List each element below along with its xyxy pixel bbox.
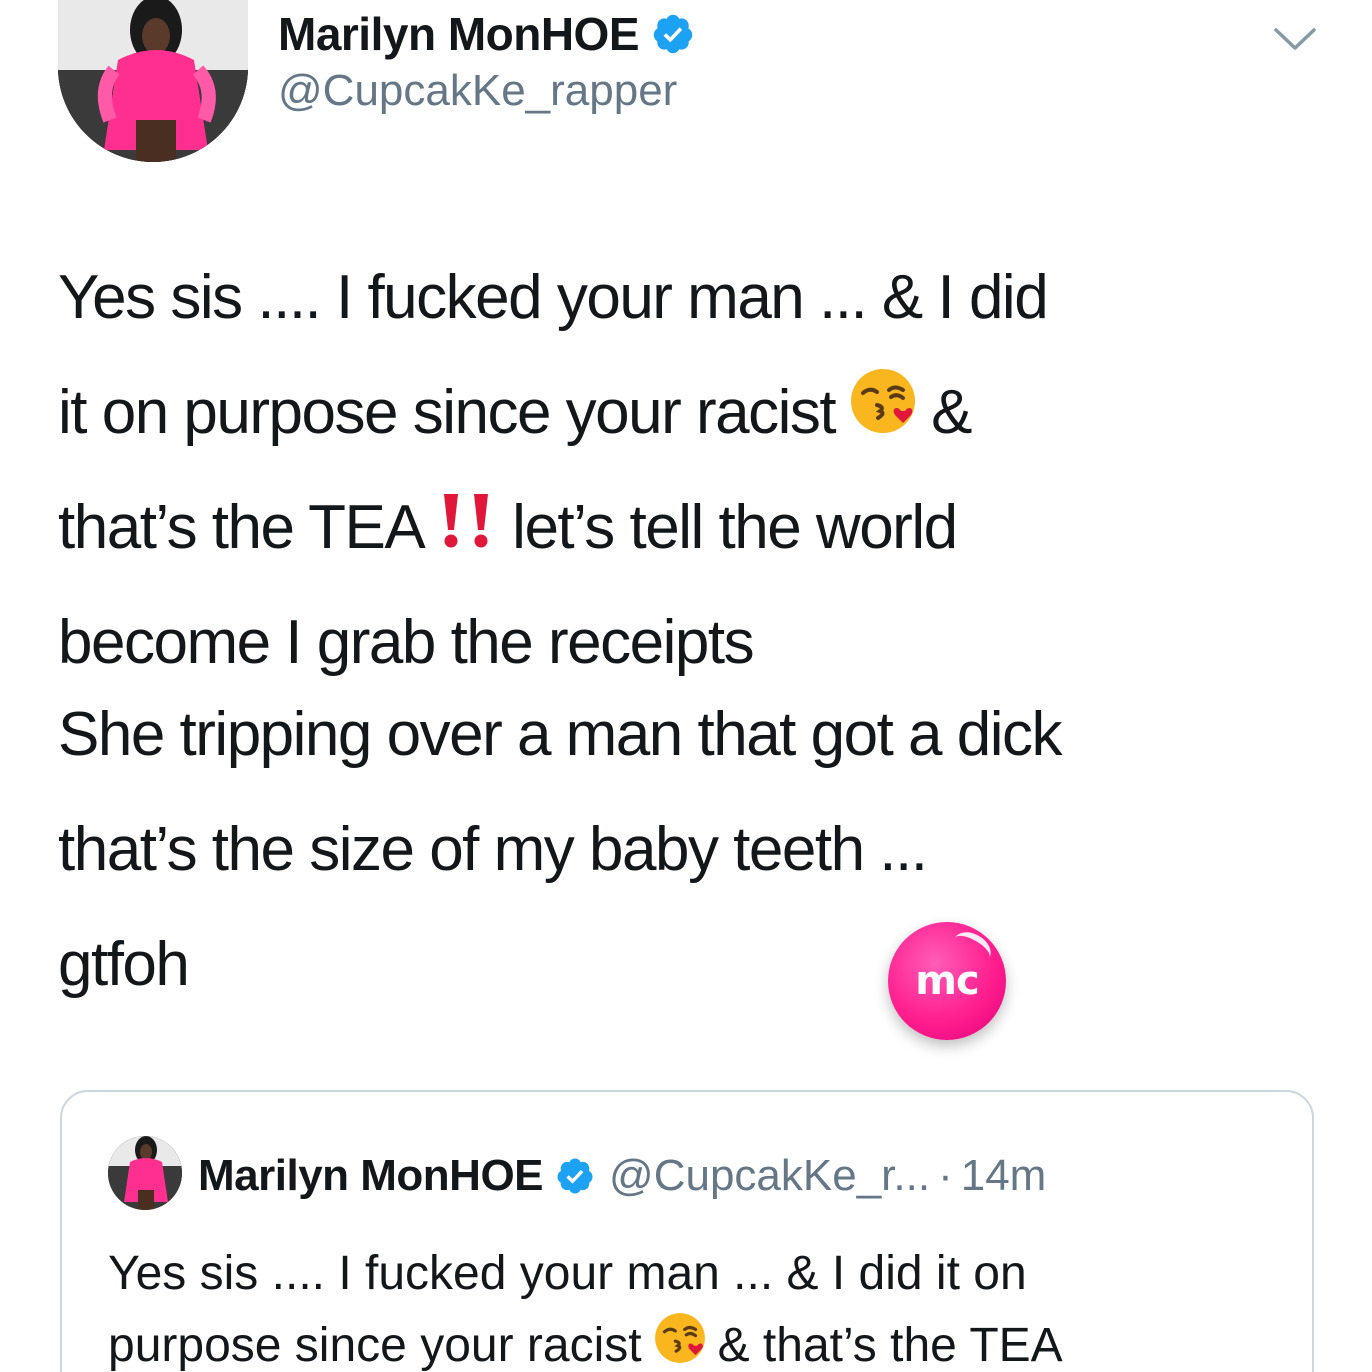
tweet-text-segment: She tripping over a man that got a dick	[58, 700, 1063, 769]
tweet-text: Yes sis .... I fucked your man ... & I d…	[58, 240, 1328, 1022]
quoted-tweet-card[interactable]: Marilyn MonHOE @CupcakKe_r... · 14m Yes …	[60, 1090, 1314, 1372]
face-blowing-kiss-icon	[652, 1310, 708, 1372]
author-handle[interactable]: @CupcakKe_rapper	[278, 66, 677, 116]
tweet-line: She tripping over a man that got a dick	[58, 677, 1328, 792]
quoted-author-avatar[interactable]	[108, 1136, 182, 1210]
mc-watermark-logo: mc	[888, 922, 1006, 1040]
quoted-avatar-photo	[108, 1136, 182, 1210]
tweet-text-segment: become I grab the receipts	[58, 608, 755, 677]
watermark-text: mc	[915, 958, 979, 1004]
quoted-tweet-header: Marilyn MonHOE @CupcakKe_r... · 14m	[198, 1148, 1046, 1204]
author-display-name[interactable]: Marilyn MonHOE	[278, 7, 640, 61]
quoted-text-line: Yes sis .... I fucked your man ... & I d…	[108, 1247, 1027, 1300]
quoted-text-segment: & that’s the TEA	[717, 1319, 1063, 1372]
author-name-row: Marilyn MonHOE	[278, 4, 695, 64]
verified-badge-icon	[651, 12, 695, 56]
tweet-line: Yes sis .... I fucked your man ... & I d…	[58, 240, 1328, 355]
tweet-line: that’s the TEA let’s tell the world	[58, 470, 1328, 585]
author-avatar[interactable]	[58, 0, 248, 162]
quoted-author-name[interactable]: Marilyn MonHOE	[198, 1151, 544, 1201]
tweet-text-segment: that’s the size of my baby teeth ...	[58, 815, 928, 884]
separator-dot: ·	[938, 1151, 953, 1200]
tweet-text-segment: it on purpose since your racist	[58, 378, 837, 447]
tweet-text-segment: Yes sis .... I fucked your man ... & I d…	[58, 263, 1049, 332]
tweet-line: become I grab the receipts	[58, 585, 1328, 677]
quoted-tweet-text: Yes sis .... I fucked your man ... & I d…	[108, 1238, 1288, 1372]
tweet-text-segment: gtfoh	[58, 930, 190, 999]
double-exclamation-icon	[436, 474, 500, 589]
quoted-text-line: purpose since your racist & that’s the T…	[108, 1310, 1288, 1372]
quoted-author-handle[interactable]: @CupcakKe_r...	[609, 1151, 930, 1201]
tweet-line: gtfoh	[58, 907, 1328, 1022]
tweet-line: it on purpose since your racist &	[58, 355, 1328, 470]
chevron-down-icon[interactable]	[1270, 20, 1320, 60]
tweet-text-segment: that’s the TEA	[58, 493, 426, 562]
tweet-line: that’s the size of my baby teeth ...	[58, 792, 1328, 907]
quoted-text-segment: purpose since your racist	[108, 1319, 642, 1372]
avatar-photo	[58, 0, 248, 162]
quoted-tweet-time[interactable]: 14m	[961, 1151, 1047, 1201]
tweet-text-segment: &	[931, 378, 972, 447]
verified-badge-icon	[555, 1156, 595, 1196]
face-blowing-kiss-icon	[847, 359, 919, 474]
tweet-text-segment: let’s tell the world	[512, 493, 958, 562]
